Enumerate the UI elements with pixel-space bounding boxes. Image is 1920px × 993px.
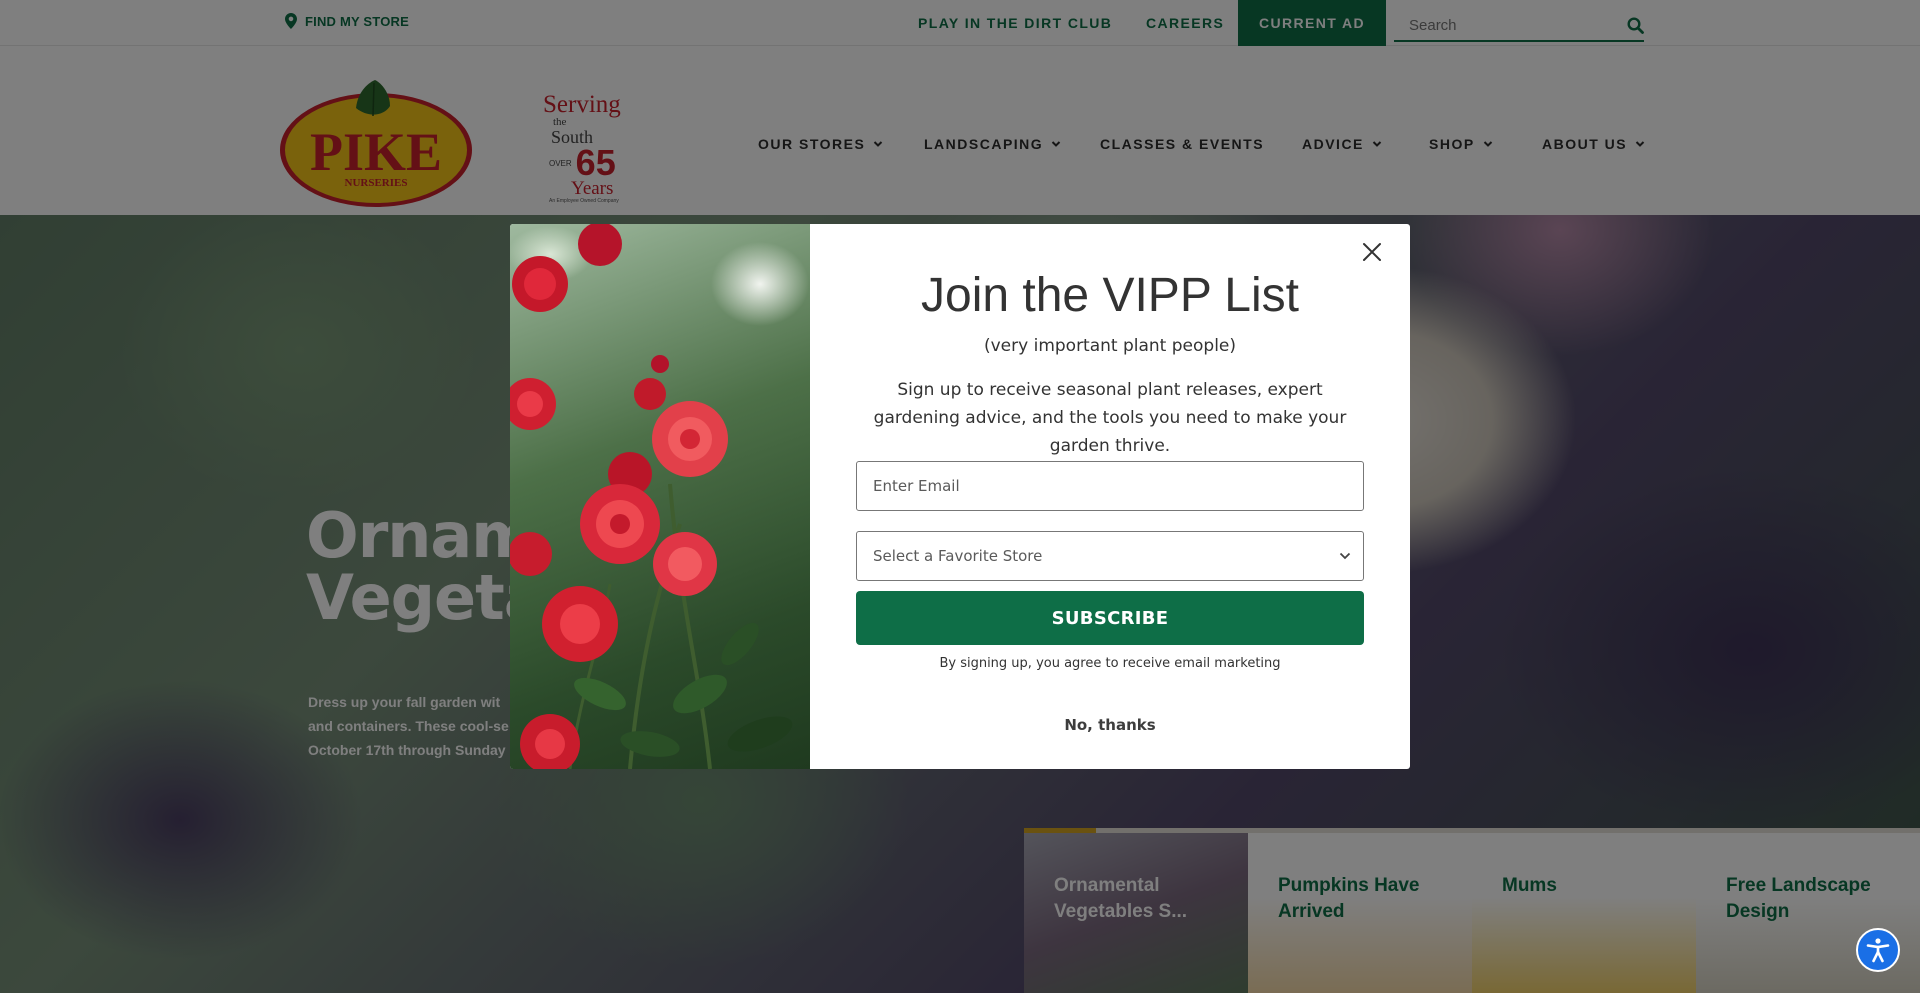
- close-button[interactable]: [1358, 238, 1386, 266]
- accessibility-icon: [1866, 938, 1890, 963]
- modal-title: Join the VIPP List: [921, 269, 1299, 322]
- email-field[interactable]: [856, 461, 1364, 511]
- legal-notice: By signing up, you agree to receive emai…: [939, 656, 1281, 671]
- modal-subtitle: (very important plant people): [983, 336, 1237, 356]
- modal-content: Join the VIPP List (very important plant…: [810, 224, 1410, 769]
- roses-illustration: [510, 224, 793, 769]
- no-thanks-link[interactable]: No, thanks: [810, 716, 1410, 734]
- chevron-down-icon: [1339, 552, 1351, 560]
- favorite-store-select-value: Select a Favorite Store: [873, 547, 1043, 565]
- roses-image: [510, 224, 810, 769]
- vipp-signup-modal: Join the VIPP List (very important plant…: [510, 224, 1410, 769]
- favorite-store-select[interactable]: Select a Favorite Store: [856, 531, 1364, 581]
- modal-description: Sign up to receive seasonal plant releas…: [873, 380, 1347, 456]
- accessibility-button[interactable]: [1856, 928, 1900, 972]
- close-icon: [1363, 243, 1381, 261]
- subscribe-button[interactable]: SUBSCRIBE: [856, 591, 1364, 645]
